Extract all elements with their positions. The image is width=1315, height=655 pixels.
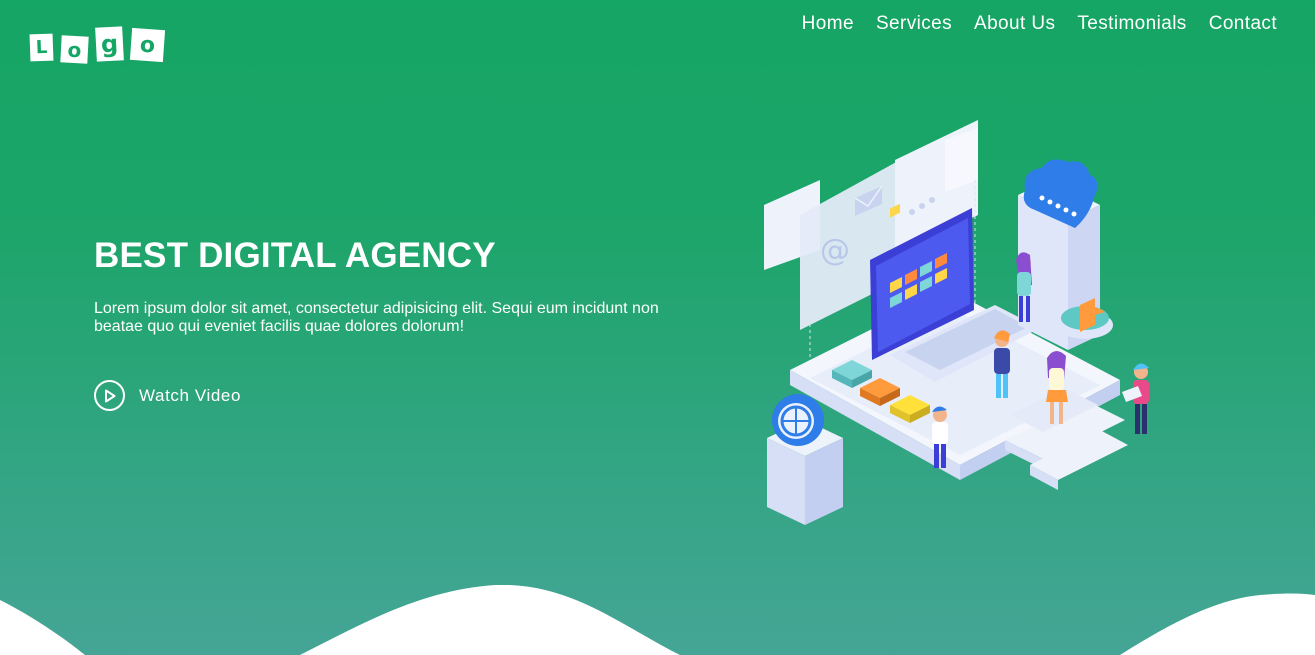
hero-description: Lorem ipsum dolor sit amet, consectetur … xyxy=(94,300,659,335)
watch-video-label: Watch Video xyxy=(139,385,242,405)
nav-home[interactable]: Home xyxy=(791,13,865,35)
logo[interactable]: L o g o xyxy=(29,26,166,64)
hero-title: BEST DIGITAL AGENCY xyxy=(94,236,496,275)
nav-contact[interactable]: Contact xyxy=(1198,13,1277,35)
logo-letter: L xyxy=(29,33,54,62)
logo-letter: g xyxy=(95,26,124,62)
main-nav: Home Services About Us Testimonials Cont… xyxy=(791,13,1277,35)
nav-services[interactable]: Services xyxy=(865,13,963,35)
bottom-wave-divider xyxy=(0,585,1315,655)
digital-agency-illustration: @ xyxy=(764,120,1149,525)
logo-letter: o xyxy=(60,35,89,64)
nav-testimonials[interactable]: Testimonials xyxy=(1066,13,1197,35)
logo-letter: o xyxy=(129,27,166,63)
nav-about-us[interactable]: About Us xyxy=(963,13,1066,35)
svg-text:@: @ xyxy=(820,233,850,268)
play-circle-icon xyxy=(94,380,125,411)
watch-video-button[interactable]: Watch Video xyxy=(94,380,241,411)
